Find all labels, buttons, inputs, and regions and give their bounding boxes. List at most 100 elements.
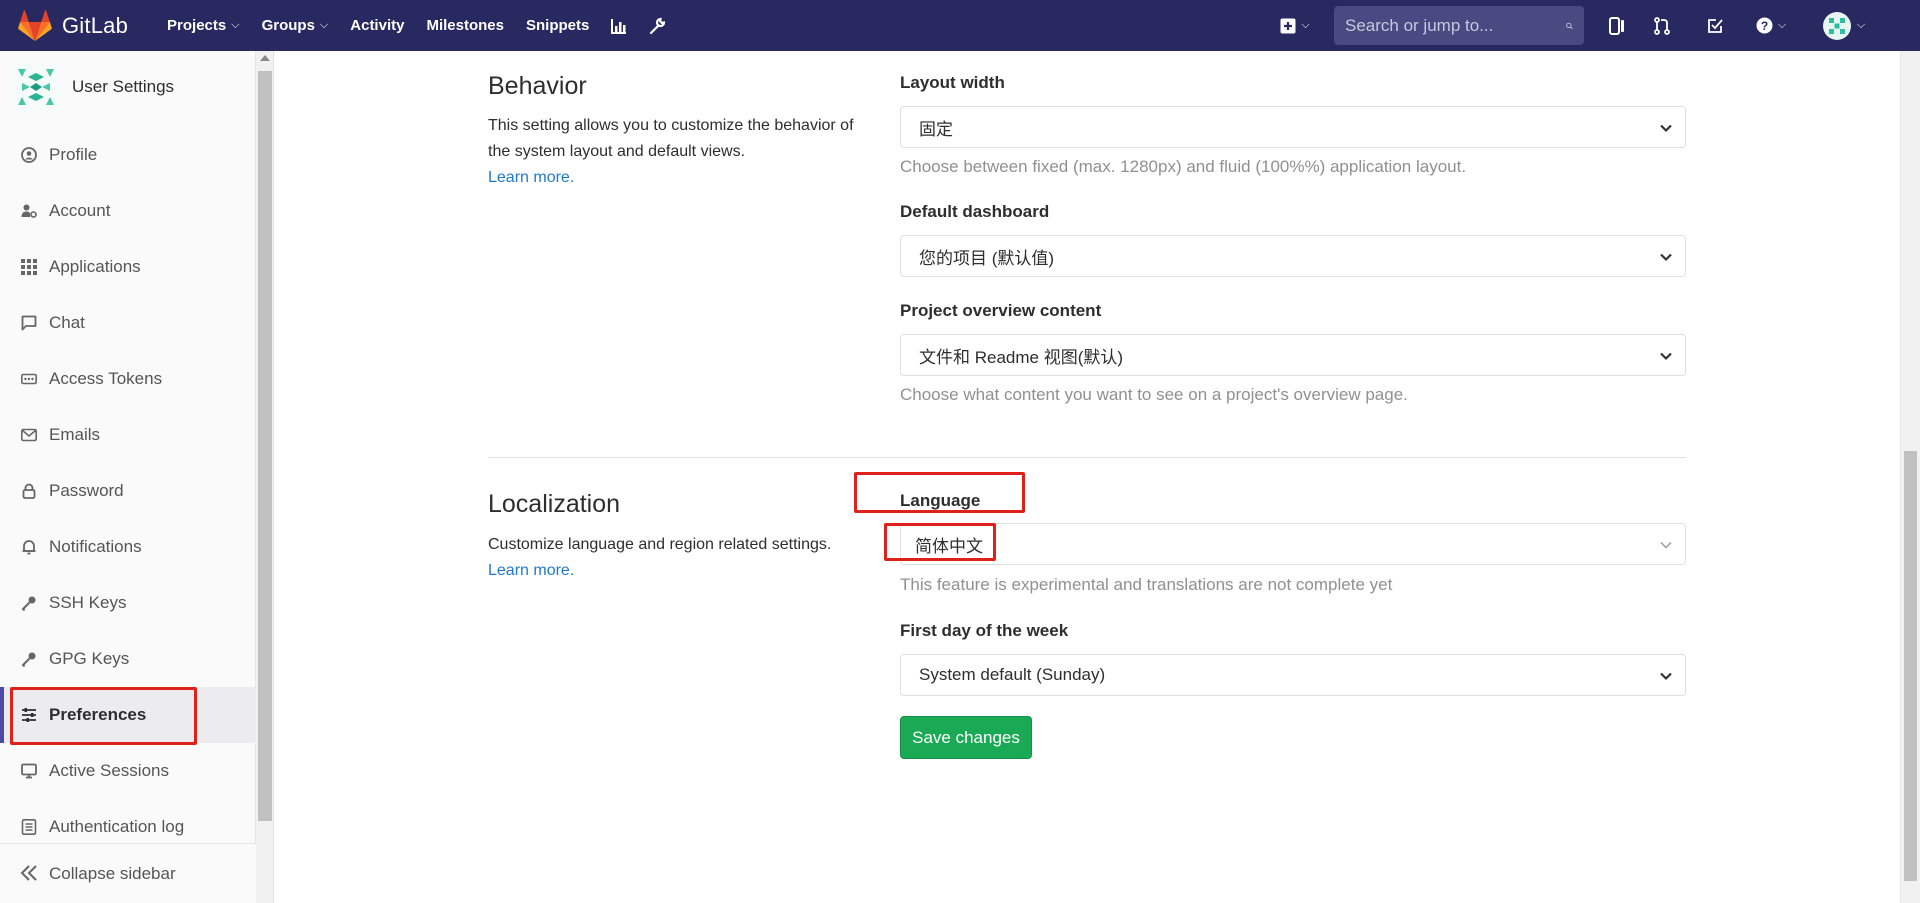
- preferences-icon: [20, 706, 38, 724]
- ssh-keys-icon: [20, 594, 38, 612]
- first-day-select[interactable]: System default (Sunday): [900, 654, 1686, 696]
- todo-sidebar-button[interactable]: [1600, 0, 1634, 51]
- project-overview-label: Project overview content: [900, 301, 1102, 320]
- todos-button[interactable]: [1698, 0, 1732, 51]
- gpg-keys-icon: [20, 650, 38, 668]
- main-scrollbar[interactable]: [1900, 51, 1920, 903]
- layout-width-help: Choose between fixed (max. 1280px) and f…: [900, 157, 1467, 176]
- sidebar-item-label: Chat: [49, 313, 85, 332]
- project-overview-select[interactable]: 文件和 Readme 视图(默认): [900, 334, 1686, 376]
- main-scroll-thumb[interactable]: [1904, 451, 1917, 881]
- sidebar-item-label: Profile: [49, 145, 98, 164]
- gitlab-home-link[interactable]: GitLab: [18, 0, 128, 51]
- default-dashboard-label: Default dashboard: [900, 202, 1050, 221]
- user-menu-button[interactable]: ⌵: [1818, 0, 1870, 51]
- sidebar-scroll-thumb[interactable]: [258, 71, 272, 821]
- sidebar-item-ssh-keys[interactable]: SSH Keys: [0, 575, 256, 631]
- sidebar-item-password[interactable]: Password: [0, 463, 256, 519]
- sidebar-item-label: Preferences: [49, 705, 147, 724]
- applications-icon: [20, 258, 38, 276]
- sidebar-item-label: Access Tokens: [49, 369, 163, 388]
- localization-learn-more-link[interactable]: Learn more.: [488, 558, 888, 584]
- chevron-down-icon: ⌵: [319, 19, 329, 31]
- sidebar-item-label: Notifications: [49, 537, 142, 556]
- nav-projects-label: Projects: [167, 17, 227, 34]
- project-overview-value: 文件和 Readme 视图(默认): [919, 347, 1124, 367]
- chevron-down-icon: ⌵: [1856, 19, 1866, 31]
- double-chevron-left-icon: [20, 864, 38, 883]
- language-label: Language: [900, 491, 981, 510]
- nav-groups[interactable]: Groups ⌵: [251, 0, 340, 51]
- nav-snippets[interactable]: Snippets: [515, 0, 600, 51]
- collapse-sidebar-button[interactable]: Collapse sidebar: [0, 843, 256, 903]
- chevron-down-icon: [1660, 253, 1672, 262]
- chevron-down-icon: ⌵: [1301, 19, 1310, 31]
- save-changes-button[interactable]: Save changes: [900, 716, 1032, 759]
- user-identicon-icon: [12, 63, 60, 111]
- search-box[interactable]: [1334, 6, 1584, 45]
- analytics-button[interactable]: [600, 0, 638, 51]
- sidebar-item-label: SSH Keys: [49, 593, 127, 612]
- sidebar-item-label: Authentication log: [49, 817, 185, 836]
- layout-width-select[interactable]: 固定: [900, 106, 1686, 148]
- sidebar-item-label: GPG Keys: [49, 649, 130, 668]
- sidebar-item-label: Account: [49, 201, 111, 220]
- nav-milestones[interactable]: Milestones: [415, 0, 515, 51]
- scroll-up-arrow-icon[interactable]: [260, 55, 270, 61]
- user-avatar-icon: [1822, 11, 1851, 40]
- chevron-down-icon: [1660, 124, 1672, 133]
- sidebar-item-account[interactable]: Account: [0, 183, 256, 239]
- gitlab-logo-icon: [18, 9, 52, 41]
- layout-width-label: Layout width: [900, 73, 1005, 92]
- nav-activity[interactable]: Activity: [339, 0, 415, 51]
- svg-text:?: ?: [1761, 19, 1768, 33]
- default-dashboard-select[interactable]: 您的项目 (默认值): [900, 235, 1686, 277]
- brand-name: GitLab: [62, 12, 129, 38]
- default-dashboard-value: 您的项目 (默认值): [919, 248, 1055, 268]
- sidebar-item-label: Emails: [49, 425, 101, 444]
- sidebar-item-label: Active Sessions: [49, 761, 169, 780]
- nav-groups-label: Groups: [261, 17, 315, 34]
- collapse-sidebar-label: Collapse sidebar: [49, 863, 176, 883]
- nav-projects[interactable]: Projects ⌵: [156, 0, 251, 51]
- chevron-down-icon: [1660, 541, 1672, 549]
- sidebar-item-chat[interactable]: Chat: [0, 295, 256, 351]
- project-overview-help: Choose what content you want to see on a…: [900, 385, 1408, 404]
- behavior-learn-more-link[interactable]: Learn more.: [488, 165, 868, 191]
- localization-section-description: Customize language and region related se…: [488, 532, 888, 584]
- sidebar-item-active-sessions[interactable]: Active Sessions: [0, 743, 256, 799]
- chart-icon: [611, 18, 627, 34]
- sidebar-item-access-tokens[interactable]: Access Tokens: [0, 351, 256, 407]
- active-sessions-icon: [20, 762, 38, 780]
- layout-width-value: 固定: [919, 119, 953, 139]
- help-menu-button[interactable]: ? ⌵: [1748, 0, 1794, 51]
- main-nav: Projects ⌵ Groups ⌵ Activity Milestones …: [156, 0, 676, 51]
- sidebar-item-gpg-keys[interactable]: GPG Keys: [0, 631, 256, 687]
- search-input[interactable]: [1345, 15, 1566, 36]
- first-day-value: System default (Sunday): [919, 665, 1106, 684]
- language-select[interactable]: 简体中文: [900, 523, 1686, 565]
- sidebar-item-label: Password: [49, 481, 124, 500]
- sidebar-toggle-icon: [1609, 16, 1624, 35]
- password-icon: [20, 482, 38, 500]
- todo-check-icon: [1708, 18, 1723, 33]
- account-icon: [20, 202, 38, 220]
- profile-icon: [20, 146, 38, 164]
- emails-icon: [20, 426, 38, 444]
- sidebar-item-preferences[interactable]: Preferences: [0, 687, 256, 743]
- sidebar-item-applications[interactable]: Applications: [0, 239, 256, 295]
- sidebar-item-notifications[interactable]: Notifications: [0, 519, 256, 575]
- sidebar-item-profile[interactable]: Profile: [0, 127, 256, 183]
- chevron-down-icon: [1660, 352, 1672, 361]
- admin-area-button[interactable]: [638, 0, 676, 51]
- behavior-description-text: This setting allows you to customize the…: [488, 117, 854, 160]
- sidebar-scrollbar[interactable]: [256, 51, 274, 903]
- settings-sidebar: User Settings Profile Account Applicatio…: [0, 51, 256, 903]
- sidebar-header[interactable]: User Settings: [12, 63, 174, 111]
- language-value: 简体中文: [915, 536, 983, 556]
- sidebar-item-emails[interactable]: Emails: [0, 407, 256, 463]
- merge-request-icon: [1654, 16, 1670, 35]
- behavior-section-title: Behavior: [488, 72, 587, 100]
- new-item-button[interactable]: ⌵: [1270, 0, 1320, 51]
- merge-requests-button[interactable]: [1645, 0, 1679, 51]
